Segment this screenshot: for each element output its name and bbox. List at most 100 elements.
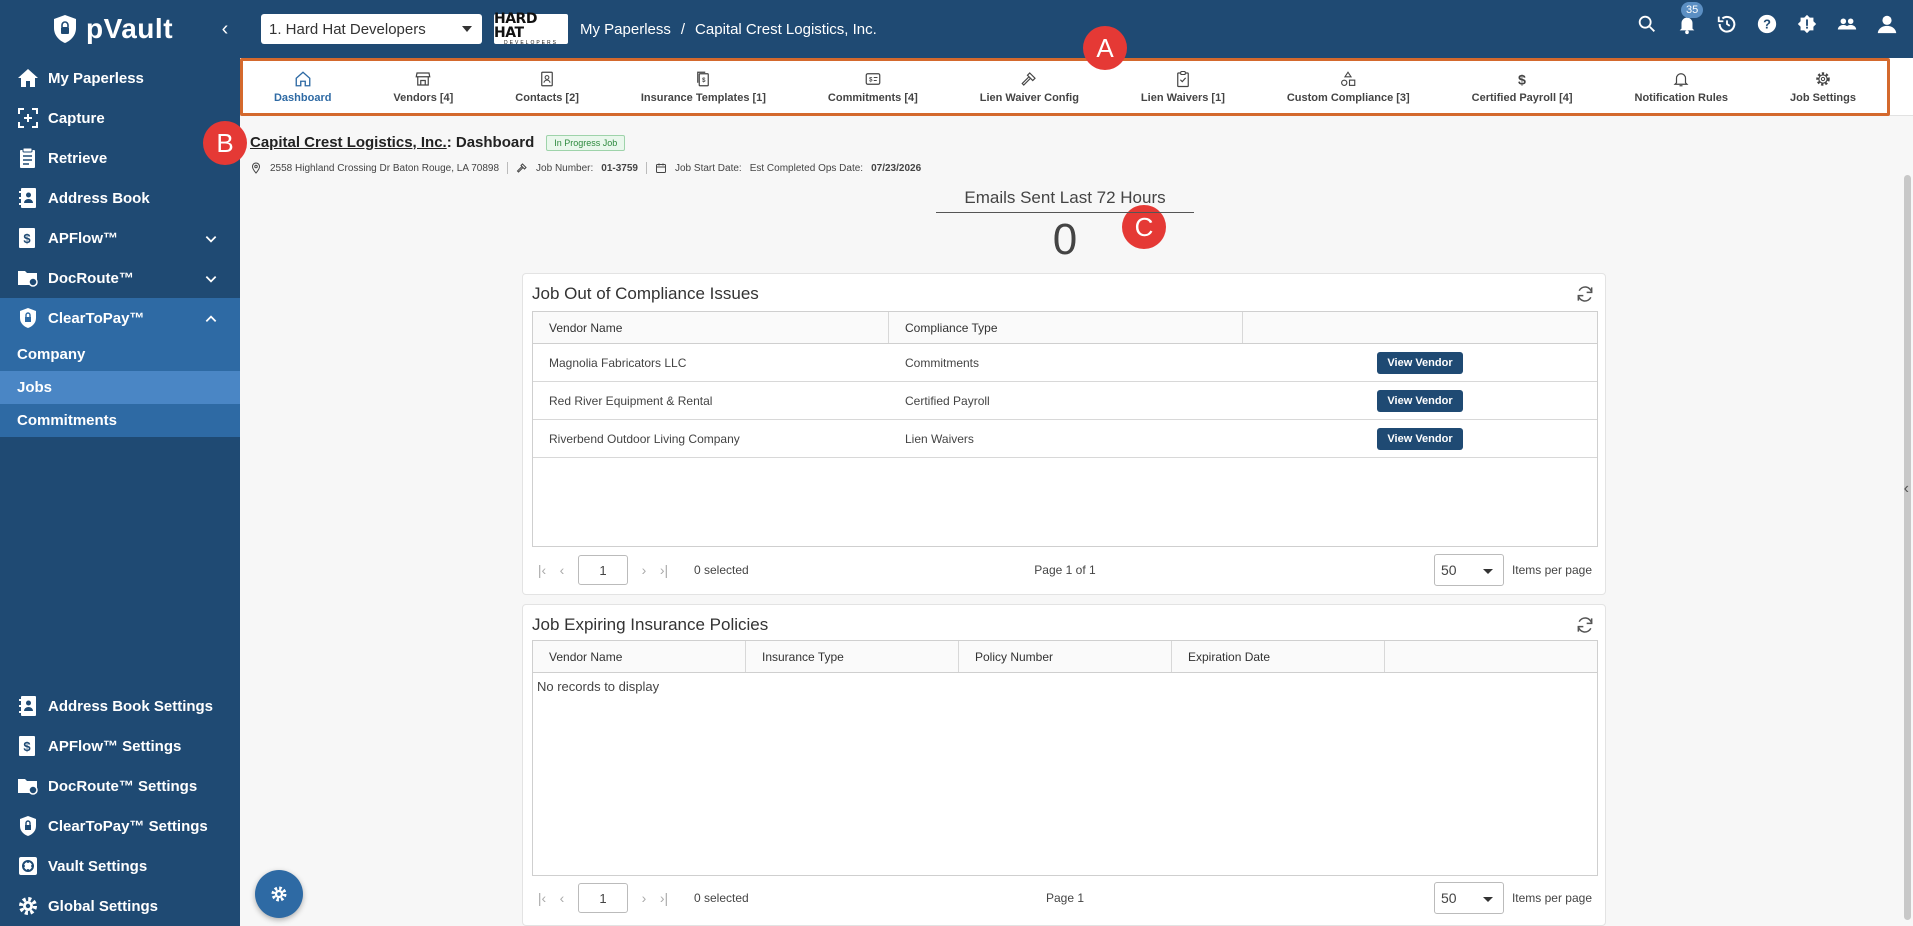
svg-text:$: $ [23,231,31,246]
page-input[interactable]: 1 [578,555,628,585]
first-page-icon[interactable]: |‹ [532,890,552,906]
sidebar-item-my-paperless[interactable]: My Paperless [0,58,240,98]
items-per-page-label: Items per page [1511,891,1592,905]
last-page-icon[interactable]: ›| [654,890,674,906]
refresh-icon[interactable] [1575,615,1595,635]
collapse-sidebar-button[interactable]: ‹ [205,18,245,41]
sidebar-item-global-settings[interactable]: Global Settings [0,886,240,926]
home-icon [18,69,38,87]
tab-job-settings[interactable]: Job Settings [1790,70,1856,104]
tab-notification-rules[interactable]: Notification Rules [1635,70,1728,104]
sidebar: My Paperless Capture Retrieve Address Bo… [0,58,240,926]
tab-lien-waivers[interactable]: Lien Waivers [1] [1141,70,1225,104]
tab-highlight-outline: Dashboard Vendors [4] Contacts [2] $ Ins… [240,58,1890,116]
pagination: |‹ ‹ 1 › ›| 0 selected Page 1 50 Items p… [532,881,1598,915]
clipboard-check-icon [1177,70,1189,88]
sidebar-settings: Address Book Settings $ APFlow™ Settings… [0,686,240,926]
prev-page-icon[interactable]: ‹ [552,890,572,906]
callout-marker-a: A [1083,26,1127,70]
refresh-icon[interactable] [1575,284,1595,304]
page-input[interactable]: 1 [578,883,628,913]
sidebar-item-apflow-settings[interactable]: $ APFlow™ Settings [0,726,240,766]
caret-down-icon [462,26,472,32]
gear-icon [271,886,287,902]
tab-contacts[interactable]: Contacts [2] [515,70,579,104]
history-icon[interactable] [1715,12,1739,36]
last-page-icon[interactable]: ›| [654,562,674,578]
tab-lien-waiver-config[interactable]: Lien Waiver Config [980,70,1079,104]
sidebar-subitem-commitments[interactable]: Commitments [0,404,240,437]
gear-icon [19,897,37,915]
job-tab-bar: Dashboard Vendors [4] Contacts [2] $ Ins… [240,58,1913,116]
account-icon[interactable] [1875,12,1899,36]
tab-certified-payroll[interactable]: $ Certified Payroll [4] [1472,70,1573,104]
sidebar-item-address-book-settings[interactable]: Address Book Settings [0,686,240,726]
column-header[interactable]: Insurance Type [746,641,959,672]
view-vendor-button[interactable]: View Vendor [1377,351,1463,374]
prev-page-icon[interactable]: ‹ [552,562,572,578]
column-header[interactable]: Vendor Name [533,312,889,343]
column-header[interactable]: Compliance Type [889,312,1243,343]
company-select[interactable]: 1. Hard Hat Developers [261,14,482,44]
sidebar-item-docroute-settings[interactable]: DocRoute™ Settings [0,766,240,806]
tab-dashboard[interactable]: Dashboard [274,70,331,104]
vault-icon [19,857,37,875]
tab-custom-compliance[interactable]: Custom Compliance [3] [1287,70,1410,104]
items-per-page-label: Items per page [1511,563,1592,577]
column-header [1243,312,1597,343]
search-icon[interactable] [1635,12,1659,36]
shield-lock-icon [54,15,76,43]
sidebar-item-address-book[interactable]: Address Book [0,178,240,218]
company-logo: HARD HAT DEVELOPERS [494,12,568,46]
address-book-icon [19,188,36,208]
first-page-icon[interactable]: |‹ [532,562,552,578]
job-completed-label: Est Completed Ops Date: [749,162,864,174]
alert-badge-icon[interactable] [1795,12,1819,36]
brand[interactable]: pVault [0,13,205,45]
tab-vendors[interactable]: Vendors [4] [393,70,453,104]
view-vendor-button[interactable]: View Vendor [1377,427,1463,450]
caret-down-icon [1482,569,1493,574]
company-link[interactable]: Capital Crest Logistics, Inc. [250,134,447,151]
svg-text:$: $ [869,77,873,83]
docroute-icon [18,271,38,287]
job-number-label: Job Number: [536,162,594,174]
sidebar-item-vault-settings[interactable]: Vault Settings [0,846,240,886]
column-header[interactable]: Vendor Name [533,641,746,672]
users-icon[interactable] [1835,12,1859,36]
sidebar-item-cleartopay[interactable]: ClearToPay™ [0,298,240,338]
sidebar-item-capture[interactable]: Capture [0,98,240,138]
help-icon[interactable]: ? [1755,12,1779,36]
compliance-issues-panel: Job Out of Compliance Issues Vendor Name… [522,273,1606,595]
page-scrollbar[interactable] [1904,175,1911,920]
sidebar-item-apflow[interactable]: $ APFlow™ [0,218,240,258]
callout-marker-b: B [203,121,247,165]
sidebar-item-docroute[interactable]: DocRoute™ [0,258,240,298]
breadcrumb-home[interactable]: My Paperless [580,21,671,38]
items-per-page-select[interactable]: 50 [1433,554,1504,586]
apflow-icon: $ [19,228,35,248]
column-header[interactable]: Expiration Date [1172,641,1385,672]
chevron-left-icon[interactable]: ‹ [1904,480,1909,498]
sidebar-subitem-jobs[interactable]: Jobs [0,371,240,404]
svg-text:$: $ [1518,72,1526,88]
job-address: 2558 Highland Crossing Dr Baton Rouge, L… [270,162,500,174]
store-icon [415,72,431,86]
bell-icon [1673,73,1689,87]
caret-down-icon [1482,897,1493,902]
breadcrumb-separator: / [680,20,686,38]
sidebar-item-cleartopay-settings[interactable]: ClearToPay™ Settings [0,806,240,846]
view-vendor-button[interactable]: View Vendor [1377,389,1463,412]
settings-fab-button[interactable] [255,870,303,918]
sidebar-subitem-company[interactable]: Company [0,338,240,371]
top-icons: 35 ? [1635,2,1899,36]
pagination: |‹ ‹ 1 › ›| 0 selected Page 1 of 1 50 It… [532,553,1598,587]
tab-insurance-templates[interactable]: $ Insurance Templates [1] [641,70,766,104]
job-meta: 2558 Highland Crossing Dr Baton Rouge, L… [250,162,921,174]
items-per-page-select[interactable]: 50 [1433,882,1504,914]
next-page-icon[interactable]: › [634,562,654,578]
next-page-icon[interactable]: › [634,890,654,906]
tab-commitments[interactable]: $ Commitments [4] [828,70,918,104]
column-header[interactable]: Policy Number [959,641,1172,672]
notifications-button[interactable]: 35 [1675,2,1704,36]
